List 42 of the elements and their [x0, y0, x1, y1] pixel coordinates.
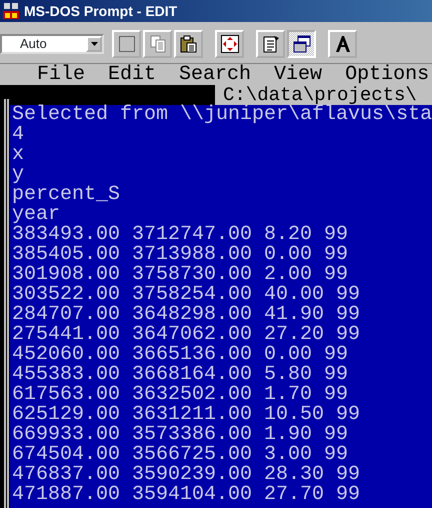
caret-icon [90, 42, 98, 46]
font-size-dropdown[interactable]: Auto [0, 34, 104, 54]
file-path: C:\data\projects\ [215, 85, 432, 105]
toolbar-button[interactable] [328, 30, 357, 58]
text-line: 4 [11, 125, 26, 145]
window-title: MS-DOS Prompt - EDIT [24, 3, 178, 19]
arrows-icon [220, 34, 240, 54]
toolbar-button[interactable] [174, 30, 203, 58]
menu-item[interactable]: File [37, 64, 86, 85]
text-line: 303522.00 3758254.00 40.00 99 [11, 285, 362, 305]
copy-icon [148, 34, 168, 54]
menu-item[interactable]: Options [345, 64, 430, 85]
text-line: 455383.00 3668164.00 5.80 99 [11, 365, 350, 385]
text-line: Selected from \\juniper\aflavus\sta [11, 105, 432, 125]
app-icon [2, 2, 20, 20]
text-line: 674504.00 3566725.00 3.00 99 [11, 445, 348, 465]
text-line: 625129.00 3631211.00 10.50 99 [11, 405, 362, 425]
text-line: percent_S [11, 185, 122, 205]
text-line: 669933.00 3573386.00 1.90 99 [11, 425, 350, 445]
text-line: x [11, 145, 26, 165]
text-line: 301908.00 3758730.00 2.00 99 [11, 265, 348, 285]
clipboard-icon [178, 34, 198, 54]
windows-icon [292, 34, 312, 54]
text-line: year [11, 205, 60, 225]
text-line: 471887.00 3594104.00 27.70 99 [11, 485, 362, 505]
text-line: 452060.00 3665136.00 0.00 99 [11, 345, 350, 365]
toolbar-button[interactable] [256, 30, 285, 58]
text-line: y [11, 165, 24, 185]
text-line: 476837.00 3590239.00 28.30 99 [11, 465, 362, 485]
mark-icon [116, 34, 136, 54]
toolbar-button[interactable] [215, 30, 244, 58]
text-line: 385405.00 3713988.00 0.00 99 [11, 245, 350, 265]
toolbar-button[interactable] [112, 30, 141, 58]
text-line: 383493.00 3712747.00 8.20 99 [11, 225, 350, 245]
text-line: 617563.00 3632502.00 1.70 99 [11, 385, 348, 405]
menu-item[interactable]: View [274, 64, 322, 85]
menu-item[interactable]: Search [179, 64, 252, 85]
properties-icon [260, 34, 280, 54]
toolbar-button[interactable] [287, 30, 316, 58]
text-line: 275441.00 3647062.00 27.20 99 [11, 325, 362, 345]
menu-item[interactable]: Edit [108, 64, 156, 85]
text-line: 284707.00 3648298.00 41.90 99 [11, 305, 362, 325]
